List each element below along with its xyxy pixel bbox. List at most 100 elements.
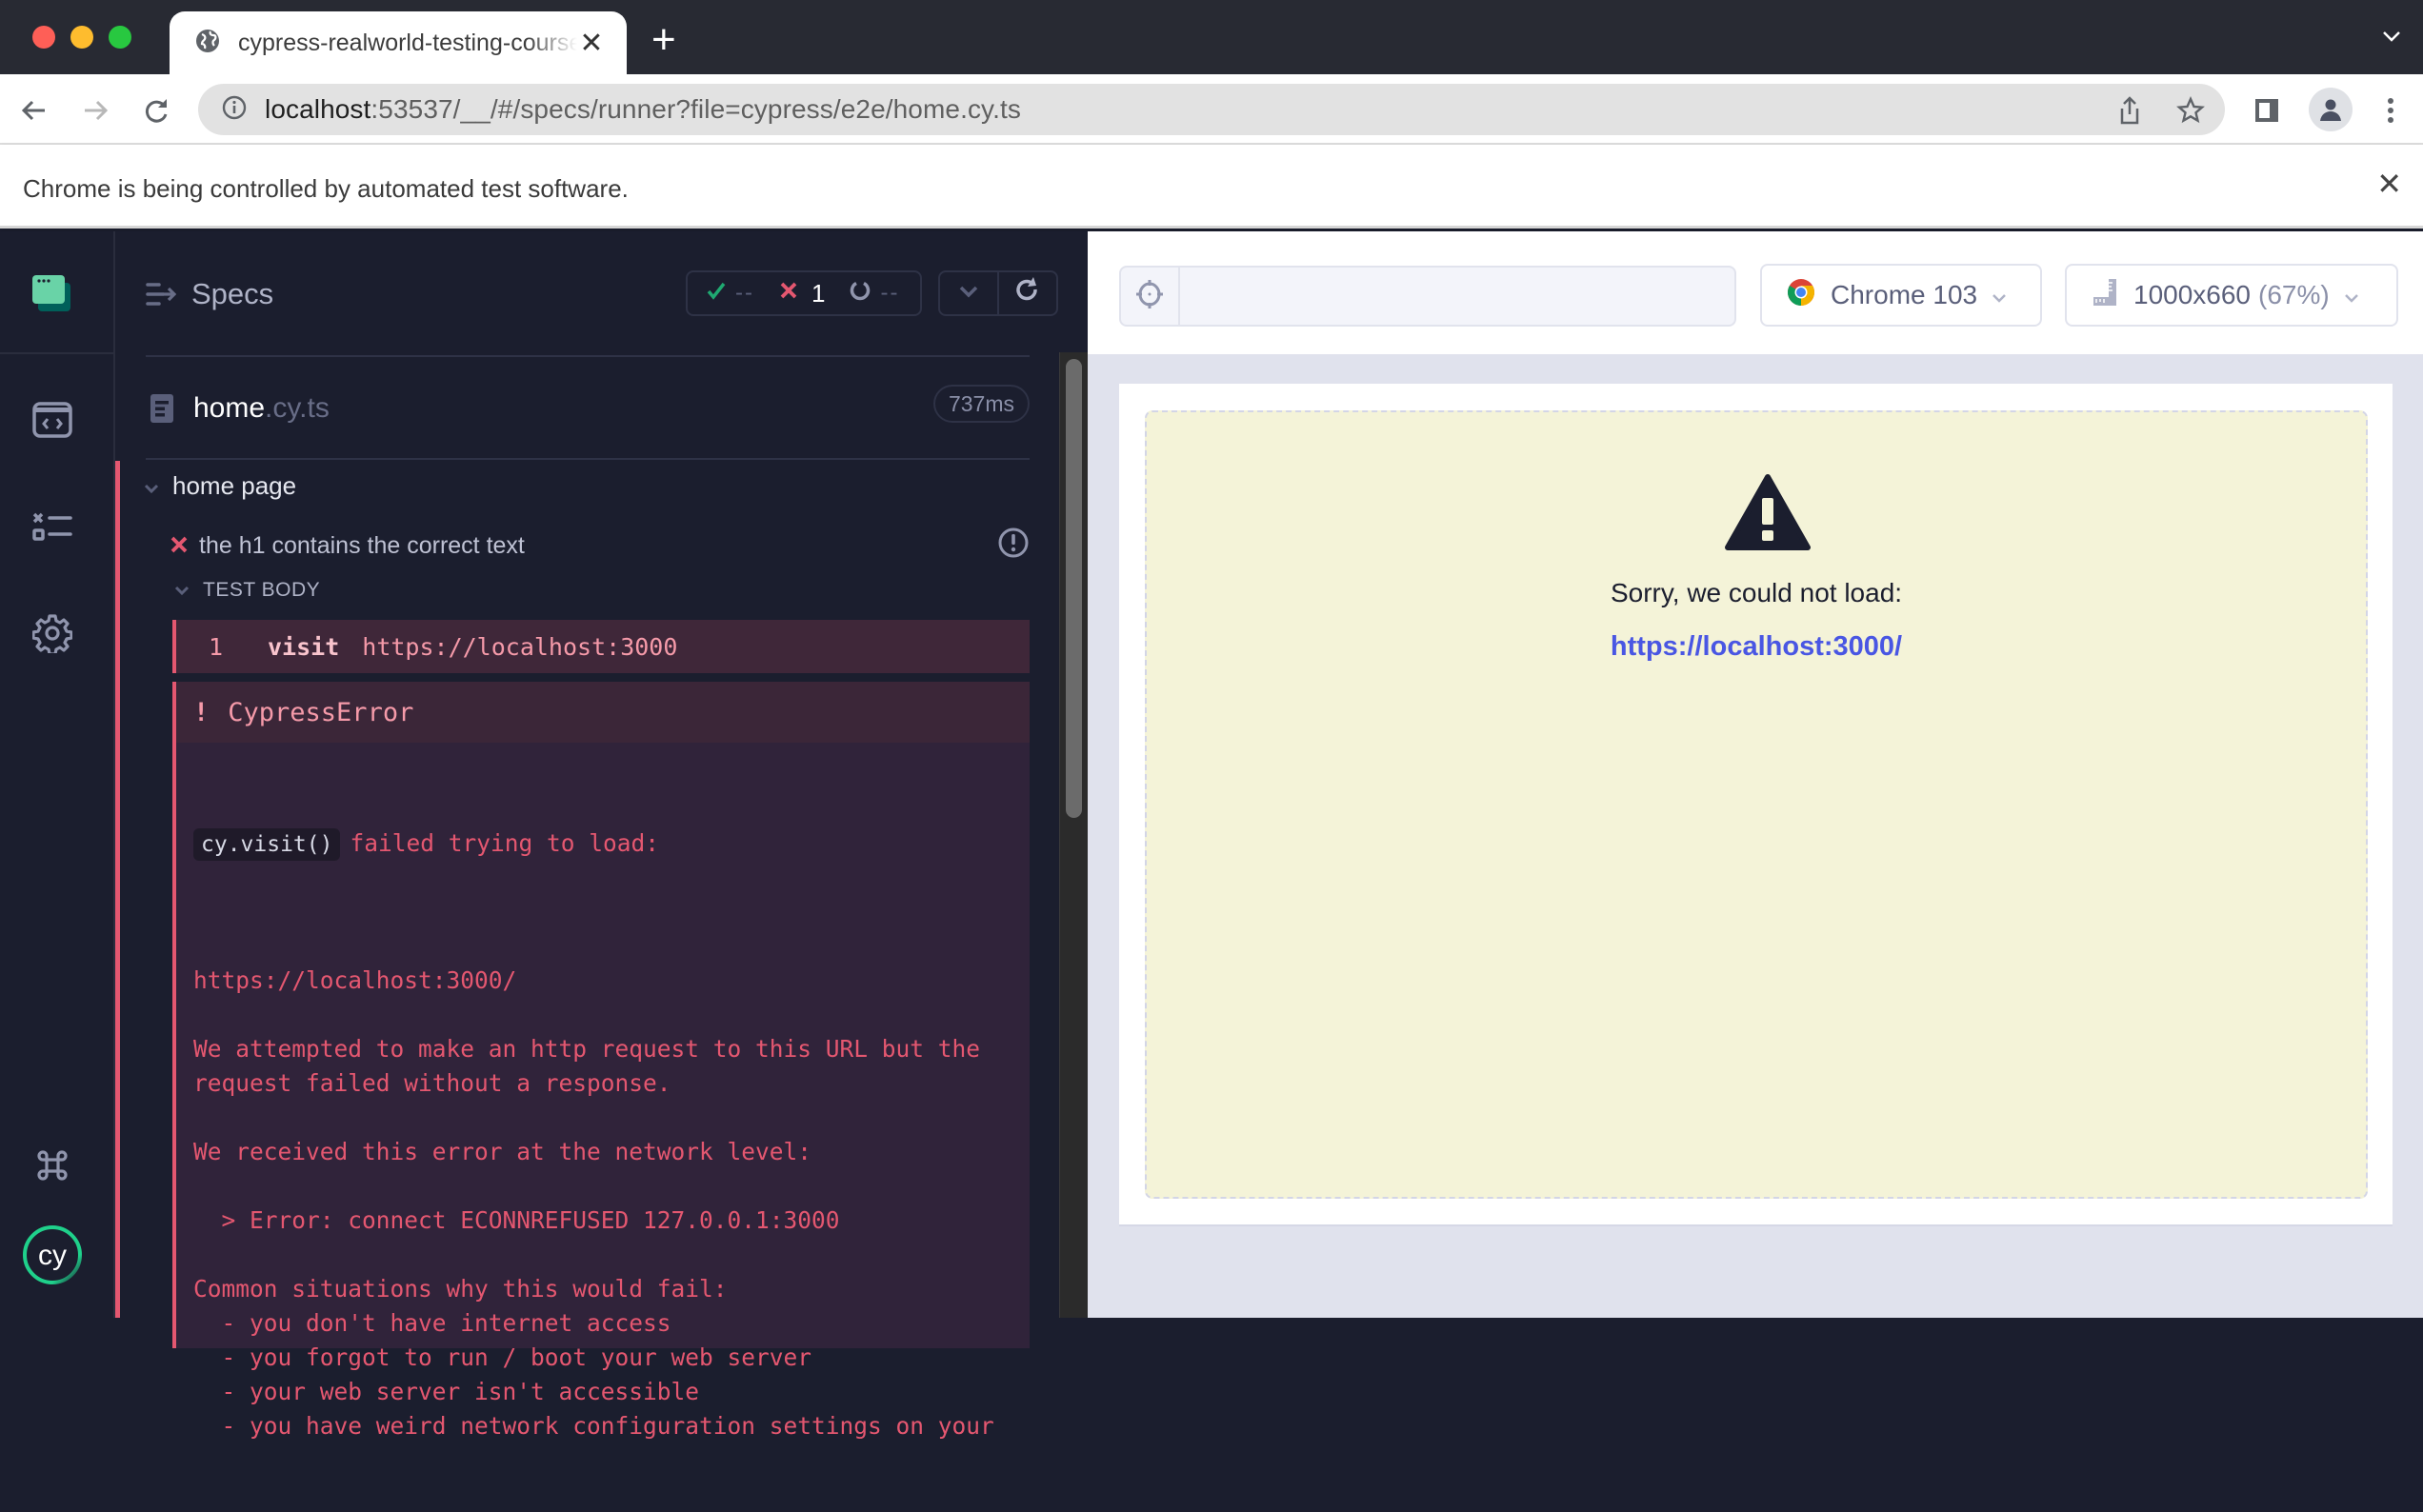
error-title: CypressError xyxy=(228,697,414,727)
profile-avatar[interactable] xyxy=(2309,88,2353,131)
passed-check-icon xyxy=(707,280,726,307)
infobar-close-icon[interactable]: ✕ xyxy=(2376,166,2402,202)
rerun-button[interactable] xyxy=(999,272,1056,314)
project-logo[interactable] xyxy=(0,231,115,354)
browser-menu-icon[interactable] xyxy=(2372,91,2410,129)
spec-file-header: home.cy.ts 737ms xyxy=(146,355,1030,460)
specs-label[interactable]: Specs xyxy=(191,277,273,311)
forward-button[interactable] xyxy=(76,91,114,129)
cypress-app: cy Specs -- 1 -- home.cy.ts 737ms home p… xyxy=(0,231,2423,1440)
address-url: localhost:53537/__/#/specs/runner?file=c… xyxy=(265,94,1021,124)
crosshair-icon xyxy=(1134,278,1165,315)
error-line: - you don't have internet access xyxy=(193,1309,671,1337)
collapse-toggle-button[interactable] xyxy=(940,272,999,314)
browser-tab[interactable]: cypress-realworld-testing-course-app ✕ xyxy=(170,11,627,74)
document-icon xyxy=(150,393,174,428)
reload-button[interactable] xyxy=(137,91,175,129)
pending-count: -- xyxy=(880,280,900,306)
error-line xyxy=(193,998,1030,1032)
back-button[interactable] xyxy=(15,91,53,129)
passed-count: -- xyxy=(735,280,754,306)
error-header[interactable]: ! CypressError xyxy=(176,682,1030,743)
globe-icon xyxy=(194,28,221,59)
side-panel-icon[interactable] xyxy=(2248,91,2286,129)
cypress-logo[interactable]: cy xyxy=(21,1224,84,1291)
specs-list-toggle-icon[interactable] xyxy=(146,281,177,312)
command-log-row[interactable]: 1 visit https://localhost:3000 xyxy=(172,620,1030,673)
error-line: request failed without a response. xyxy=(193,1069,671,1097)
spec-file-name[interactable]: home.cy.ts xyxy=(193,392,330,425)
warning-triangle-icon xyxy=(1725,473,1811,556)
error-line: - your web server isn't accessible xyxy=(193,1378,700,1405)
browser-selector-dropdown[interactable]: Chrome 103 xyxy=(1760,264,2042,327)
error-line: Common situations why this would fail: xyxy=(193,1275,728,1303)
selector-playground-button[interactable] xyxy=(1121,268,1180,325)
spec-duration-badge: 737ms xyxy=(932,385,1030,423)
sidebar: cy xyxy=(0,231,115,1318)
error-line: > Error: connect ECONNREFUSED 127.0.0.1:… xyxy=(193,1206,840,1234)
sidebar-item-settings[interactable] xyxy=(29,611,76,659)
failed-indicator-bar xyxy=(115,461,120,1318)
keyboard-shortcuts-button[interactable] xyxy=(29,1144,76,1191)
window-maximize-button[interactable] xyxy=(109,26,131,49)
error-lines: https://localhost:3000/We attempted to m… xyxy=(193,929,1030,1443)
test-results-icon xyxy=(32,511,72,548)
cy-logo-icon: cy xyxy=(21,1224,84,1291)
failed-x-icon xyxy=(779,280,798,307)
tab-search-chevron-icon[interactable] xyxy=(2381,29,2402,49)
chrome-logo-icon xyxy=(1787,278,1815,313)
test-stats: -- 1 -- xyxy=(686,270,922,316)
sidebar-item-specs[interactable] xyxy=(29,398,76,446)
aut-error-message: Sorry, we could not load: xyxy=(1610,578,1903,607)
error-line xyxy=(193,1169,1030,1204)
window-close-button[interactable] xyxy=(32,26,55,49)
command-name: visit xyxy=(268,632,340,661)
test-body-toggle[interactable]: TEST BODY xyxy=(174,579,320,602)
error-line: We attempted to make an http request to … xyxy=(193,1035,981,1063)
aut-error-url-link[interactable]: https://localhost:3000/ xyxy=(1147,631,2366,663)
reporter-controls xyxy=(938,270,1058,316)
error-line: - you forgot to run / boot your web serv… xyxy=(193,1343,812,1371)
failed-x-icon xyxy=(170,532,188,560)
error-line xyxy=(193,1238,1030,1272)
share-icon[interactable] xyxy=(2114,95,2145,126)
code-window-icon xyxy=(32,401,72,443)
site-info-icon[interactable] xyxy=(221,94,248,126)
sidebar-item-runs[interactable] xyxy=(29,506,76,553)
ruler-icon xyxy=(2092,278,2118,313)
new-tab-button[interactable]: + xyxy=(651,19,676,61)
command-argument: https://localhost:3000 xyxy=(362,632,678,661)
viewport-size: 1000x660 xyxy=(2133,280,2252,309)
aut-iframe: Sorry, we could not load: https://localh… xyxy=(1119,384,2393,1226)
aut-header: Chrome 103 1000x660 (67%) xyxy=(1088,231,2423,354)
address-bar[interactable]: localhost:53537/__/#/specs/runner?file=c… xyxy=(198,84,2225,135)
viewport-dropdown[interactable]: 1000x660 (67%) xyxy=(2065,264,2398,327)
selector-playground xyxy=(1119,266,1736,327)
command-number: 1 xyxy=(209,632,224,661)
error-line: We received this error at the network le… xyxy=(193,1138,812,1165)
infobar-message: Chrome is being controlled by automated … xyxy=(23,174,629,203)
error-line: - you have weird network configuration s… xyxy=(193,1412,994,1440)
test-row[interactable]: the h1 contains the correct text xyxy=(170,527,1030,566)
error-message: cy.visit() failed trying to load: https:/… xyxy=(176,743,1030,1512)
reporter-scrollbar-thumb[interactable] xyxy=(1066,359,1082,818)
suite-title: home page xyxy=(172,471,297,500)
chevron-down-icon xyxy=(1991,280,2008,310)
error-first-line: cy.visit() failed trying to load: xyxy=(193,826,1030,861)
chevron-down-icon xyxy=(174,579,190,602)
app-under-test-pane: Chrome 103 1000x660 (67%) Sorry, we coul… xyxy=(1088,231,2423,1318)
suite-row[interactable]: home page xyxy=(144,471,296,501)
browser-label: Chrome 103 xyxy=(1831,280,1978,309)
refresh-icon xyxy=(1014,276,1041,310)
error-line xyxy=(193,929,1030,964)
url-display-input[interactable] xyxy=(1180,268,1734,325)
chevron-down-icon xyxy=(144,471,159,501)
error-info-icon[interactable] xyxy=(997,527,1030,566)
bookmark-star-icon[interactable] xyxy=(2175,95,2206,126)
window-minimize-button[interactable] xyxy=(70,26,93,49)
automation-infobar: Chrome is being controlled by automated … xyxy=(0,145,2423,229)
aut-load-error: Sorry, we could not load: https://localh… xyxy=(1145,410,2368,1199)
pending-spinner-icon xyxy=(850,280,871,308)
reporter-panel: Specs -- 1 -- home.cy.ts 737ms home page… xyxy=(115,231,1088,1440)
tab-close-icon[interactable]: ✕ xyxy=(577,27,606,60)
